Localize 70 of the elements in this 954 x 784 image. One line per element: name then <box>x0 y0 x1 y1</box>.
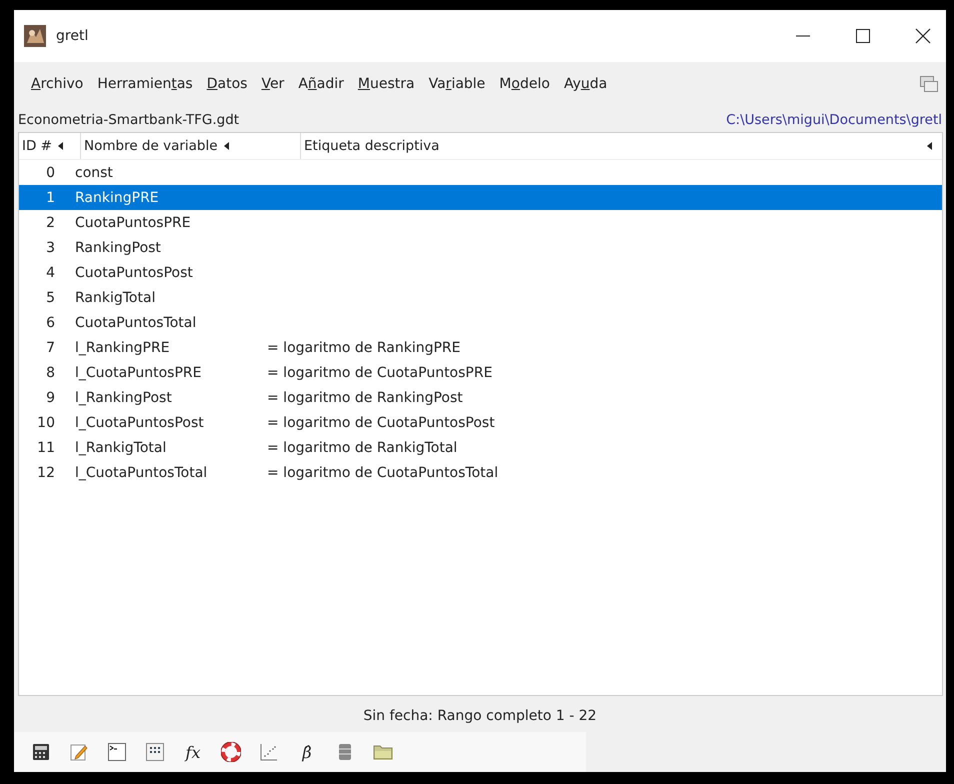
menu-item[interactable]: Herramientas <box>90 72 200 96</box>
table-cell-text: l_CuotaPuntosPost <box>75 414 205 430</box>
sort-arrow-icon <box>224 142 229 150</box>
table-row[interactable]: 12 l_CuotaPuntosTotal = logaritmo de CuotaPuntosTotal <box>19 460 942 485</box>
close-icon[interactable] <box>915 28 931 44</box>
column-header[interactable]: Nombre de variable <box>81 133 301 159</box>
menu-item[interactable]: Ver <box>254 72 292 96</box>
table-row[interactable]: 10 l_CuotaPuntosPost = logaritmo de CuotaPuntosPost <box>19 410 942 435</box>
beta-hat-button[interactable]: β̂ <box>292 737 322 767</box>
menu-item[interactable]: Muestra <box>350 72 422 96</box>
window-title: gretl <box>56 28 88 44</box>
windows-icon[interactable] <box>920 76 938 92</box>
status-text: Sin fecha: Rango completo 1 - 22 <box>363 708 597 724</box>
table-row[interactable]: 5 RankigTotal <box>19 285 942 310</box>
app-icon <box>24 25 46 47</box>
table-cell: = logaritmo de RankingPost <box>267 390 463 406</box>
table-cell-text: RankingPRE <box>75 190 160 206</box>
table-cell-text: 10 <box>36 414 55 430</box>
menu-item[interactable]: Datos <box>200 72 254 96</box>
file-name: Econometria-Smartbank-TFG.gdt <box>18 112 240 128</box>
table-cell: = logaritmo de RankingPRE <box>267 340 460 356</box>
table-cell-text: 1 <box>45 190 55 206</box>
table-row[interactable]: 9 l_RankingPost = logaritmo de RankingPost <box>19 385 942 410</box>
table-cell-text: CuotaPuntosTotal <box>75 314 198 330</box>
sort-arrow-icon <box>927 142 932 150</box>
table-row[interactable]: 11 l_RankigTotal = logaritmo de RankigTotal <box>19 435 942 460</box>
column-header[interactable]: ID # <box>19 133 81 159</box>
menu-item[interactable]: Modelo <box>492 72 557 96</box>
table-cell-text: const <box>75 164 114 180</box>
table-row[interactable]: 4 CuotaPuntosPost <box>19 260 942 285</box>
table-cell-text: 2 <box>45 214 55 230</box>
table-cell: = logaritmo de RankigTotal <box>267 440 458 456</box>
table-cell-text: RankingPost <box>75 240 162 256</box>
maximize-icon[interactable] <box>855 28 871 44</box>
table-row[interactable]: 6 CuotaPuntosTotal <box>19 310 942 335</box>
table-cell-text: l_CuotaPuntosTotal <box>75 464 208 480</box>
table-cell-text: 7 <box>45 340 55 356</box>
table-row[interactable]: 2 CuotaPuntosPRE <box>19 210 942 235</box>
table-cell-text: 6 <box>45 314 55 330</box>
menu-item[interactable]: Añadir <box>291 72 351 96</box>
function-button[interactable]: fx <box>178 737 208 767</box>
table-cell-text: RankigTotal <box>75 290 156 306</box>
table-cell-text: 11 <box>36 440 55 456</box>
table-cell-text: 8 <box>45 364 55 380</box>
table-cell-text: CuotaPuntosPost <box>75 264 194 280</box>
table-row[interactable]: 3 RankingPost <box>19 235 942 260</box>
menu-item[interactable]: Ayuda <box>556 72 614 96</box>
table-cell-text: 12 <box>36 464 55 480</box>
table-cell: = logaritmo de CuotaPuntosPost <box>267 414 495 430</box>
table-cell-text: 3 <box>45 240 55 256</box>
file-path: C:\Users\migui\Documents\gretl <box>726 112 942 128</box>
table-row[interactable]: 0 const <box>19 160 942 185</box>
table-cell-text: l_RankingPost <box>75 390 173 406</box>
table-cell-text: 5 <box>45 290 55 306</box>
table-cell-text: l_RankingPRE <box>75 340 171 356</box>
table-cell: = logaritmo de CuotaPuntosPRE <box>267 364 492 380</box>
table-cell-text: l_RankigTotal <box>75 440 168 456</box>
table-cell-text: 0 <box>45 164 55 180</box>
table-cell-text: l_CuotaPuntosPRE <box>75 364 202 380</box>
table-cell-text: 9 <box>45 390 55 406</box>
column-header[interactable]: Etiqueta descriptiva <box>301 133 927 159</box>
menu-item[interactable]: Variable <box>422 72 492 96</box>
sort-arrow-icon <box>58 142 63 150</box>
table-cell-text: 4 <box>45 264 55 280</box>
table-row[interactable]: 8 l_CuotaPuntosPRE = logaritmo de CuotaPuntosPRE <box>19 360 942 385</box>
table-row[interactable]: 1 RankingPRE <box>19 185 942 210</box>
menu-item[interactable]: Archivo <box>24 72 90 96</box>
table-row[interactable]: 7 l_RankingPRE = logaritmo de RankingPRE <box>19 335 942 360</box>
table-cell-text: CuotaPuntosPRE <box>75 214 192 230</box>
table-cell: = logaritmo de CuotaPuntosTotal <box>267 464 498 480</box>
